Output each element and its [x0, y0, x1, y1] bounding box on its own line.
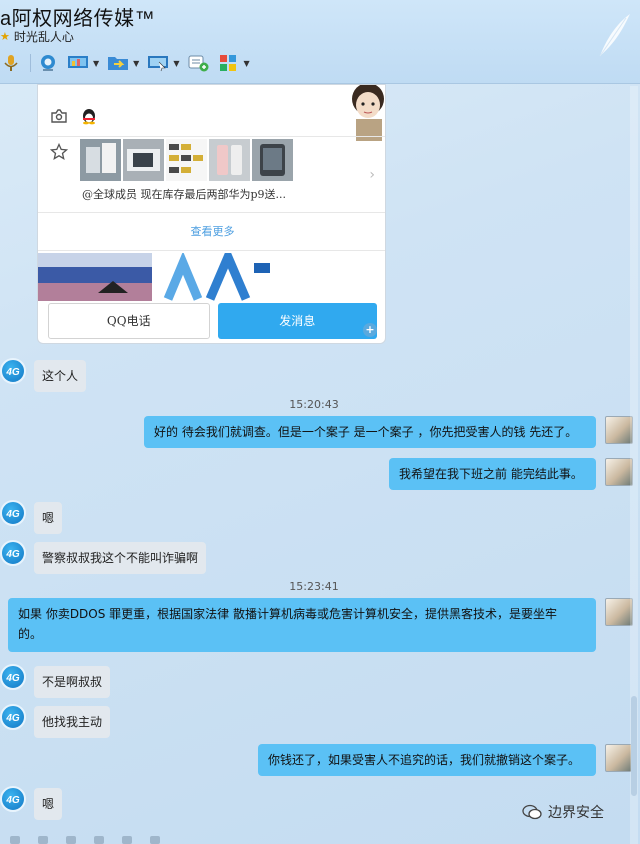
photo-thumbnail[interactable]: [252, 139, 293, 181]
message-line: 的。: [18, 627, 43, 641]
video-button[interactable]: [37, 54, 59, 72]
chevron-down-icon[interactable]: ▼: [93, 59, 99, 68]
star-icon: ★: [0, 29, 10, 43]
message-bubble-received: 嗯: [34, 788, 63, 820]
apps-grid-icon: [220, 55, 237, 71]
photo-thumbnail[interactable]: [166, 139, 207, 181]
plus-icon[interactable]: +: [363, 323, 377, 337]
voice-button[interactable]: [0, 54, 22, 72]
input-tool-icon[interactable]: [66, 836, 76, 844]
photo-thumbnail[interactable]: [80, 139, 121, 181]
scrollbar-thumb[interactable]: [631, 696, 637, 796]
apps-button[interactable]: ▼: [217, 54, 250, 72]
card-banner-image: [38, 253, 385, 301]
chevron-down-icon[interactable]: ▼: [243, 59, 249, 68]
input-tool-icon[interactable]: [10, 836, 20, 844]
contact-avatar[interactable]: 4G: [0, 664, 26, 690]
message-bubble-sent: 我希望在我下班之前 能完结此事。: [389, 458, 596, 490]
message-bubble-sent: 如果 你卖DDOS 罪更重，根据国家法律 散播计算机病毒或危害计算机安全，提供黑…: [8, 598, 596, 652]
chat-header: a阿权网络传媒™ ★ 时光乱人心 ▼ ▼ ▼ ▼: [0, 0, 640, 84]
watermark: 边界安全: [522, 802, 604, 822]
contact-avatar[interactable]: 4G: [0, 540, 26, 566]
chevron-down-icon[interactable]: ▼: [173, 59, 179, 68]
message-bubble-sent: 好的 待会我们就调查。但是一个案子 是一个案子 ，你先把受害人的钱 先还了。: [144, 416, 596, 448]
file-transfer-button[interactable]: ▼: [107, 54, 139, 72]
chevron-down-icon[interactable]: ▼: [133, 59, 139, 68]
my-avatar[interactable]: [605, 598, 633, 626]
contact-avatar[interactable]: 4G: [0, 500, 26, 526]
screen-share-button[interactable]: ▼: [67, 54, 99, 72]
message-bubble-received: 他找我主动: [34, 706, 111, 738]
watermark-text: 边界安全: [548, 805, 604, 821]
contact-avatar[interactable]: 4G: [0, 704, 26, 730]
remote-assist-button[interactable]: ▼: [147, 54, 179, 72]
contact-signature-row: ★ 时光乱人心: [0, 27, 74, 45]
qq-penguin-icon: [83, 109, 95, 125]
wechat-icon: [522, 804, 542, 820]
contact-avatar[interactable]: 4G: [0, 786, 26, 812]
star-outline-icon: [50, 143, 68, 160]
input-tool-icon[interactable]: [94, 836, 104, 844]
toolbar-divider: [30, 54, 31, 72]
my-avatar[interactable]: [605, 458, 633, 486]
card-actions: QQ电话 发消息: [48, 303, 377, 339]
chat-add-icon: [188, 55, 209, 72]
photo-thumbnail[interactable]: [209, 139, 250, 181]
feather-icon: [599, 14, 630, 57]
photo-thumbnails: [80, 139, 293, 181]
webcam-icon: [41, 55, 55, 71]
monitor-icon: [68, 56, 88, 68]
camera-icon: [51, 109, 67, 123]
timestamp: 15:23:41: [289, 580, 339, 593]
card-caption: @全球成员 现在库存最后两部华为p9送...: [82, 188, 287, 201]
contact-signature: 时光乱人心: [13, 29, 74, 44]
input-toolbar-strip: [0, 836, 640, 844]
chat-scrollbar[interactable]: [630, 86, 638, 844]
chevron-right-icon[interactable]: ›: [369, 167, 375, 183]
remote-desktop-icon: [148, 56, 169, 72]
contact-avatar[interactable]: 4G: [0, 358, 26, 384]
card-qzone-row[interactable]: [38, 101, 385, 137]
message-bubble-received: 不是啊叔叔: [34, 666, 111, 698]
photo-thumbnail[interactable]: [123, 139, 164, 181]
my-avatar[interactable]: [605, 416, 633, 444]
message-bubble-sent: 你钱还了，如果受害人不追究的话，我们就撤销这个案子。: [258, 744, 596, 776]
message-line: 如果 你卖DDOS 罪更重，根据国家法律 散播计算机病毒或危害计算机安全，提供黑…: [18, 607, 557, 621]
qq-call-button[interactable]: QQ电话: [48, 303, 210, 339]
my-avatar[interactable]: [605, 744, 633, 772]
group-chat-button[interactable]: [187, 54, 209, 72]
shared-profile-card[interactable]: @全球成员 现在库存最后两部华为p9送... › 查看更多 QQ电话 发消息: [37, 84, 386, 344]
send-message-button[interactable]: 发消息: [217, 303, 377, 339]
chat-toolbar: ▼ ▼ ▼ ▼: [0, 50, 258, 76]
input-tool-icon[interactable]: [122, 836, 132, 844]
message-bubble-received: 这个人: [34, 360, 87, 392]
input-tool-icon[interactable]: [150, 836, 160, 844]
microphone-icon: [4, 55, 18, 71]
folder-arrow-icon: [108, 57, 129, 70]
message-bubble-received: 嗯: [34, 502, 63, 534]
card-see-more-link[interactable]: 查看更多: [38, 213, 385, 251]
input-tool-icon[interactable]: [38, 836, 48, 844]
message-bubble-received: 警察叔叔我这个不能叫诈骗啊: [34, 542, 207, 574]
timestamp: 15:20:43: [289, 398, 339, 411]
